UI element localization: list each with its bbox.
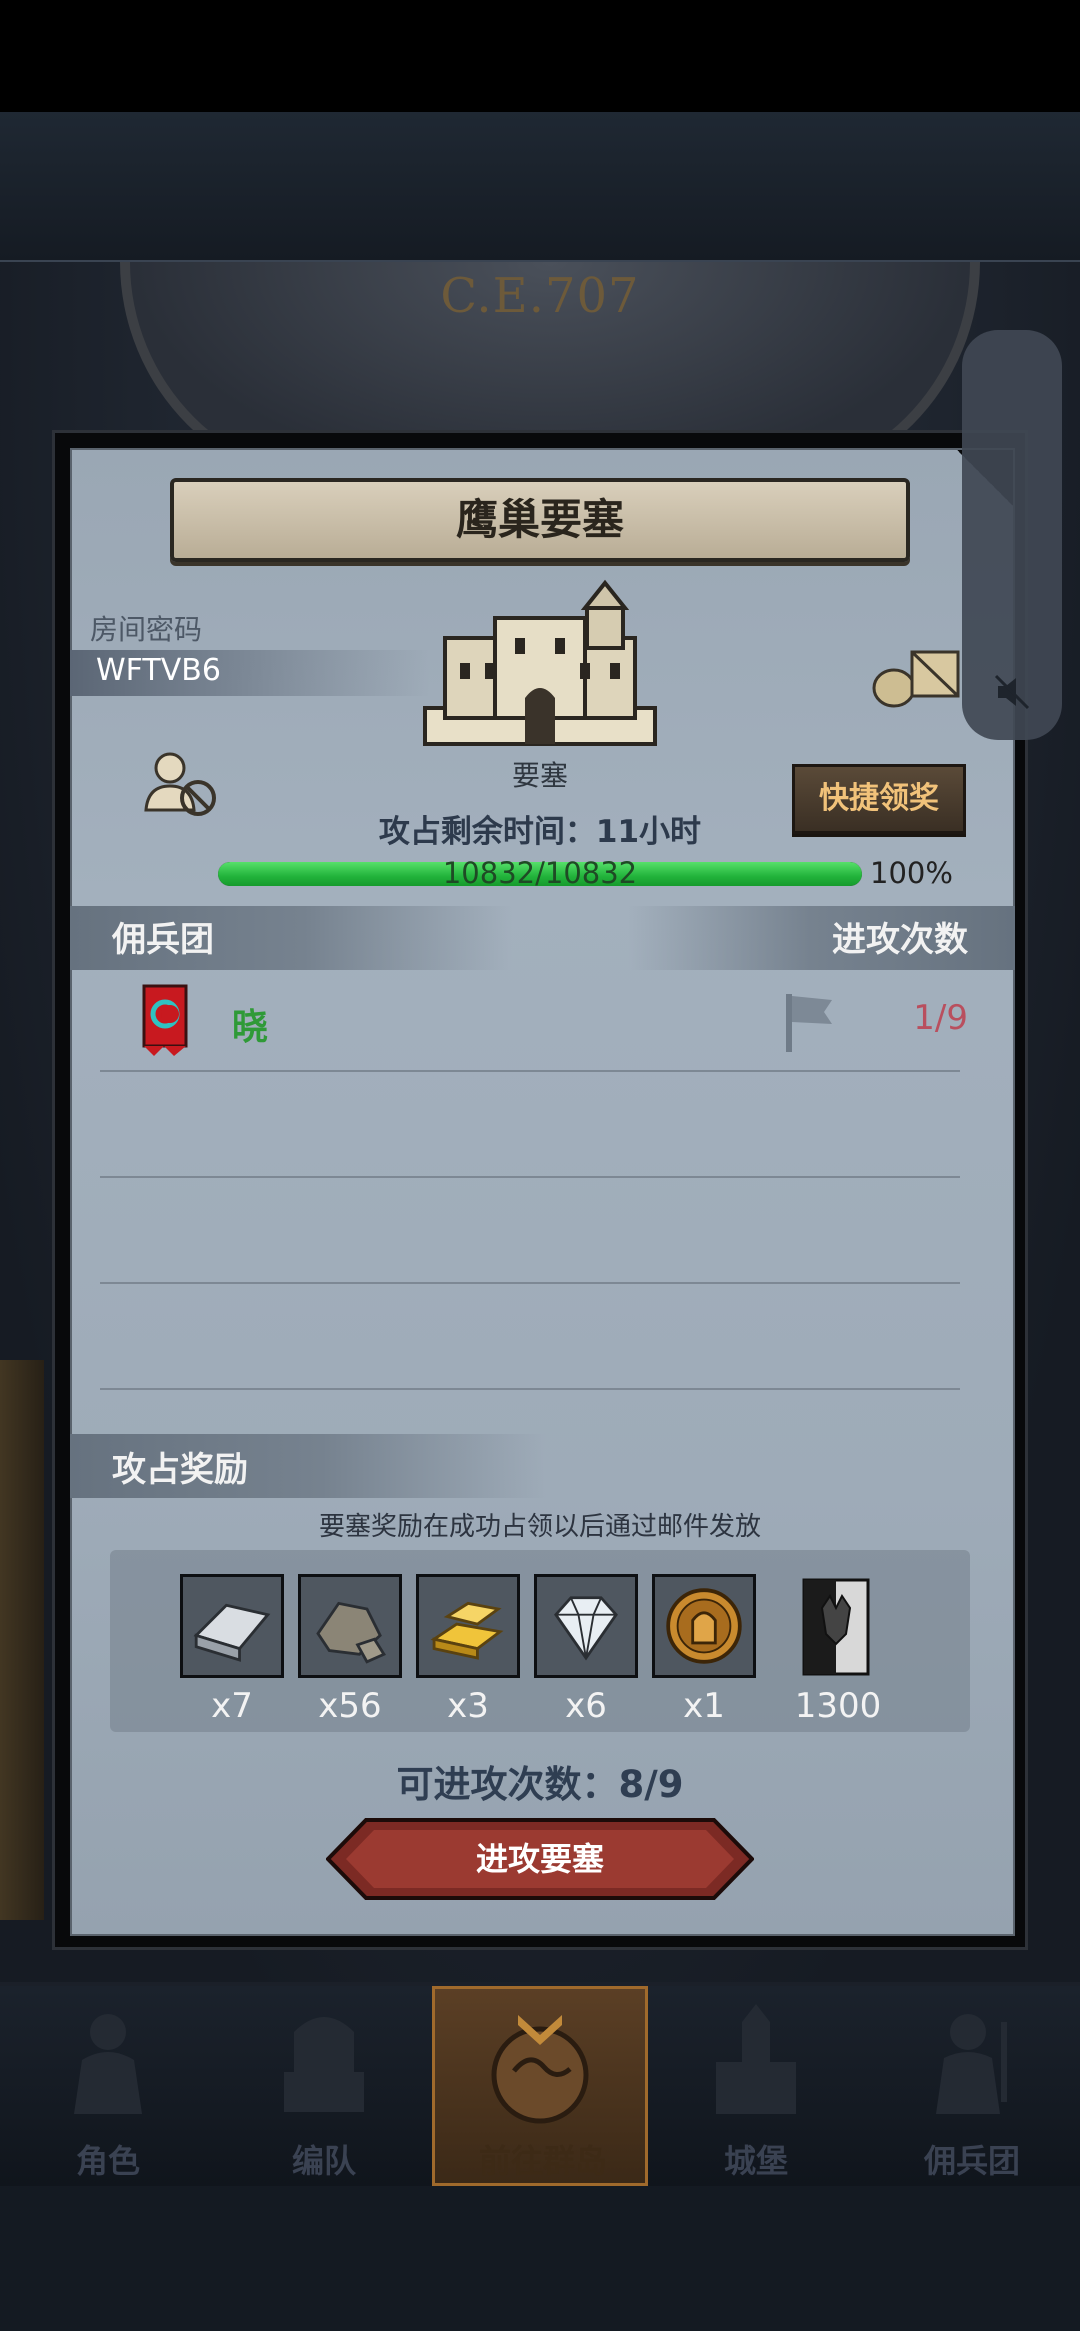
era-label: C.E.707 — [440, 268, 640, 324]
quick-claim-label[interactable]: 快捷领奖 — [792, 764, 966, 834]
supplies-icon[interactable] — [872, 640, 962, 710]
nav-label: 编队 — [291, 2142, 356, 2180]
fortress-castle-icon — [423, 579, 657, 746]
character-icon — [74, 2014, 142, 2114]
nav-archipelago[interactable]: 前往群岛 — [432, 1986, 648, 2186]
mercenary-section-title: 佣兵团 — [112, 920, 214, 960]
ore-stone-icon[interactable] — [298, 1574, 402, 1678]
mercenary-row-name[interactable]: 晓 — [232, 998, 268, 1050]
nav-label: 角色 — [75, 2142, 140, 2180]
nav-character[interactable]: 角色 — [0, 1986, 216, 2186]
knight-coin-icon[interactable] — [652, 1574, 756, 1678]
mute-icon[interactable] — [990, 670, 1034, 714]
nav-label: 佣兵团 — [923, 2142, 1020, 2180]
fortress-hp-text: 10832/10832 — [442, 856, 638, 890]
gesture-area — [0, 2186, 1080, 2331]
row-divider — [100, 1070, 960, 1072]
reward-qty: x1 — [683, 1686, 725, 1726]
nav-formation[interactable]: 编队 — [216, 1986, 432, 2186]
fortress-label: 要塞 — [511, 759, 568, 792]
reward-qty: x3 — [447, 1686, 489, 1726]
rewards-section-title: 攻占奖励 — [112, 1450, 248, 1490]
mercenary-banner-icon — [142, 984, 188, 1056]
row-divider — [100, 1388, 960, 1390]
attacks-column-header: 进攻次数 — [832, 920, 968, 960]
nav-label: 前往群岛 — [478, 2142, 607, 2180]
reward-qty: x7 — [211, 1686, 253, 1726]
rewards-note: 要塞奖励在成功占领以后通过邮件发放 — [318, 1512, 761, 1542]
nav-mercenary[interactable]: 佣兵团 — [864, 1986, 1080, 2186]
nav-castle[interactable]: 城堡 — [648, 1986, 864, 2186]
available-attacks: 可进攻次数：8/9 — [396, 1763, 684, 1806]
room-code-value[interactable]: WFTVB6 — [96, 653, 221, 688]
header-strip — [0, 112, 1080, 262]
occupation-time-remaining: 攻占剩余时间：11小时 — [378, 814, 702, 850]
mercenary-row-attack-count: 1/9 — [913, 998, 968, 1038]
no-user-icon[interactable] — [140, 748, 220, 820]
archipelago-icon — [491, 2015, 589, 2124]
side-panel-edge — [0, 1360, 44, 1920]
dialog-title: 鹰巢要塞 — [455, 495, 624, 544]
diamond-icon[interactable] — [534, 1574, 638, 1678]
mercenary-icon — [936, 2014, 1007, 2114]
silver-ingot-icon[interactable] — [180, 1574, 284, 1678]
gold-bars-icon[interactable] — [416, 1574, 520, 1678]
castle-icon — [716, 2004, 796, 2114]
reward-qty: x6 — [565, 1686, 607, 1726]
formation-icon — [284, 2017, 364, 2112]
nav-label: 城堡 — [723, 2142, 788, 2180]
reward-qty: 1300 — [794, 1686, 882, 1726]
row-divider — [100, 1176, 960, 1178]
room-code-label: 房间密码 — [90, 613, 203, 646]
attack-fortress-label[interactable]: 进攻要塞 — [326, 1818, 754, 1900]
row-divider — [100, 1282, 960, 1284]
status-bar — [0, 0, 1080, 112]
reward-qty: x56 — [318, 1686, 382, 1726]
flag-icon — [786, 994, 832, 1052]
demon-banner-icon[interactable] — [800, 1578, 872, 1676]
fortress-hp-percent: 100% — [870, 856, 953, 890]
